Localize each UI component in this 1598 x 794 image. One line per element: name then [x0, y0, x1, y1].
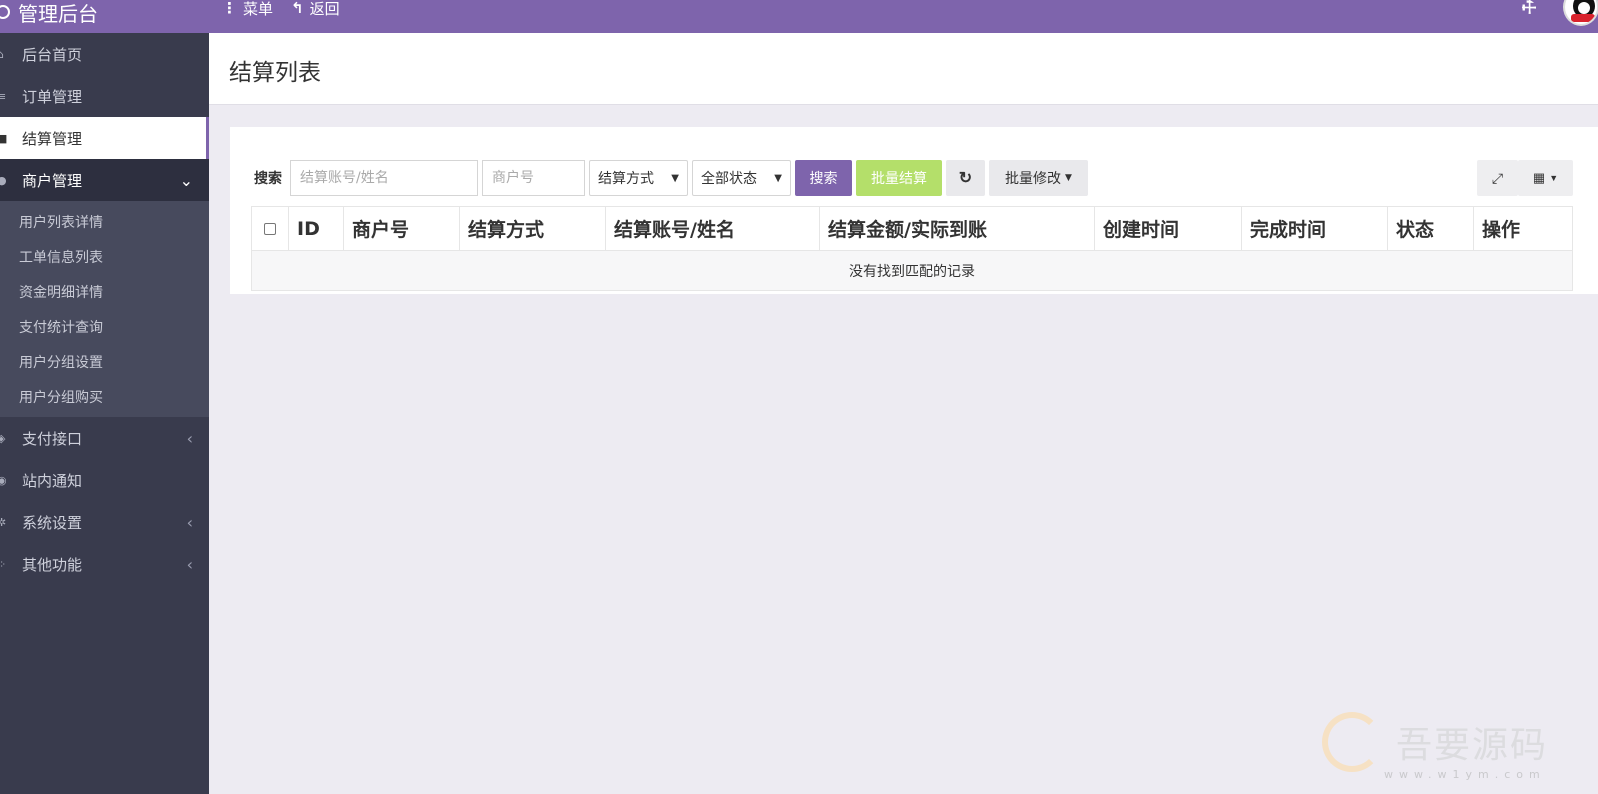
back-button[interactable]: ↰ 返回: [291, 0, 340, 19]
chevron-left-icon: ‹: [186, 512, 193, 532]
table-row: 没有找到匹配的记录: [251, 250, 1573, 291]
watermark-text: 吾要源码: [1396, 725, 1549, 766]
batch-edit-dropdown[interactable]: 批量修改 ▼: [989, 160, 1088, 196]
col-amount[interactable]: 结算金额/实际到账: [819, 206, 1095, 251]
brand-title: 管理后台: [18, 1, 98, 26]
sidebar-item-settlement[interactable]: ■ 结算管理: [0, 117, 209, 159]
select-all-cell: [251, 206, 289, 251]
columns-toggle-button[interactable]: ▦ ▼: [1518, 160, 1573, 196]
ellipsis-v-icon: ⋮: [222, 0, 237, 17]
submenu-item[interactable]: 用户分组设置: [0, 344, 209, 379]
reply-icon: ↰: [291, 0, 304, 17]
col-id[interactable]: ID: [288, 206, 344, 251]
sidebar-item-orders[interactable]: ≡ 订单管理: [0, 75, 209, 117]
top-navbar: 管理后台 ⋮ 菜单 ↰ 返回 ⚒: [0, 0, 1598, 33]
merchant-submenu: 用户列表详情 工单信息列表 资金明细详情 支付统计查询 用户分组设置 用户分组购…: [0, 201, 209, 417]
content-header: 结算列表: [209, 33, 1598, 105]
batch-settle-button[interactable]: 批量结算: [856, 160, 942, 196]
page-title: 结算列表: [229, 60, 321, 86]
sidebar-item-other[interactable]: ⁘ 其他功能 ‹: [0, 543, 209, 585]
gear-icon: ✲: [0, 515, 7, 529]
table-header-row: ID 商户号 结算方式 结算账号/姓名 结算金额/实际到账 创建时间 完成时间 …: [251, 206, 1573, 251]
sidebar-item-settings[interactable]: ✲ 系统设置 ‹: [0, 501, 209, 543]
brand-logo-icon: [0, 5, 10, 19]
submenu-item[interactable]: 工单信息列表: [0, 239, 209, 274]
watermark-logo-icon: [1322, 712, 1382, 772]
fullscreen-button[interactable]: ⤢: [1477, 160, 1518, 196]
merchant-id-input[interactable]: [482, 160, 585, 196]
cubes-icon: ⁘: [0, 558, 7, 571]
chevron-down-icon: ▼: [671, 172, 679, 184]
settle-method-select[interactable]: 结算方式 ▼: [589, 160, 688, 196]
submenu-item[interactable]: 资金明细详情: [0, 274, 209, 309]
chevron-down-icon: ▼: [774, 172, 782, 184]
col-actions: 操作: [1473, 206, 1573, 251]
chevron-left-icon: ‹: [186, 428, 193, 448]
col-status[interactable]: 状态: [1387, 206, 1474, 251]
top-nav: ⋮ 菜单 ↰ 返回: [222, 0, 340, 19]
settlement-panel: 搜索 结算方式 ▼ 全部状态 ▼ 搜索 批量结算 ↻ 批量修改 ▼ ⤢ ▦ ▼: [230, 127, 1598, 294]
search-label: 搜索: [254, 171, 282, 187]
cube-icon: ◈: [0, 431, 6, 445]
wrench-icon[interactable]: ⚒: [1517, 0, 1542, 20]
sidebar-item-notice[interactable]: ◉ 站内通知: [0, 459, 209, 501]
menu-toggle-button[interactable]: ⋮ 菜单: [222, 0, 273, 19]
col-created-time[interactable]: 创建时间: [1094, 206, 1242, 251]
refresh-button[interactable]: ↻: [946, 160, 985, 196]
list-icon: ≡: [0, 89, 7, 103]
status-select[interactable]: 全部状态 ▼: [692, 160, 791, 196]
watermark-url: www.w1ym.com: [1384, 768, 1546, 781]
account-search-input[interactable]: [290, 160, 478, 196]
col-finished-time[interactable]: 完成时间: [1241, 206, 1388, 251]
chevron-down-icon: ⌄: [179, 170, 193, 190]
submenu-item[interactable]: 用户分组购买: [0, 379, 209, 414]
search-toolbar: 搜索 结算方式 ▼ 全部状态 ▼ 搜索 批量结算 ↻ 批量修改 ▼: [254, 160, 1088, 196]
col-settle-method[interactable]: 结算方式: [459, 206, 606, 251]
col-account[interactable]: 结算账号/姓名: [605, 206, 820, 251]
col-merchant-id[interactable]: 商户号: [343, 206, 460, 251]
home-icon: ⌂: [0, 47, 4, 61]
refresh-icon: ↻: [958, 170, 973, 187]
brand[interactable]: 管理后台: [0, 0, 98, 27]
bell-icon: ◉: [0, 473, 7, 487]
watermark: 吾要源码 www.w1ym.com: [1322, 712, 1549, 781]
table-tools: ⤢ ▦ ▼: [1477, 160, 1573, 196]
caret-down-icon: ▼: [1549, 173, 1559, 183]
cart-icon: ■: [0, 131, 8, 145]
grid-icon: ▦: [1532, 170, 1546, 185]
sidebar-item-home[interactable]: ⌂ 后台首页: [0, 33, 209, 75]
caret-down-icon: ▼: [1065, 173, 1072, 183]
user-icon: ●: [0, 173, 7, 187]
select-all-checkbox[interactable]: [264, 222, 276, 235]
chevron-left-icon: ‹: [186, 554, 193, 574]
sidebar: ⌂ 后台首页 ≡ 订单管理 ■ 结算管理 ● 商户管理 ⌄ 用户列表详情 工单信…: [0, 33, 209, 794]
expand-icon: ⤢: [1491, 169, 1504, 186]
settlement-table: ID 商户号 结算方式 结算账号/姓名 结算金额/实际到账 创建时间 完成时间 …: [251, 206, 1573, 291]
submenu-item[interactable]: 用户列表详情: [0, 204, 209, 239]
avatar[interactable]: [1563, 0, 1598, 26]
sidebar-item-merchants[interactable]: ● 商户管理 ⌄: [0, 159, 209, 201]
sidebar-item-payment[interactable]: ◈ 支付接口 ‹: [0, 417, 209, 459]
submenu-item[interactable]: 支付统计查询: [0, 309, 209, 344]
empty-message: 没有找到匹配的记录: [251, 250, 1573, 291]
search-button[interactable]: 搜索: [795, 160, 852, 196]
